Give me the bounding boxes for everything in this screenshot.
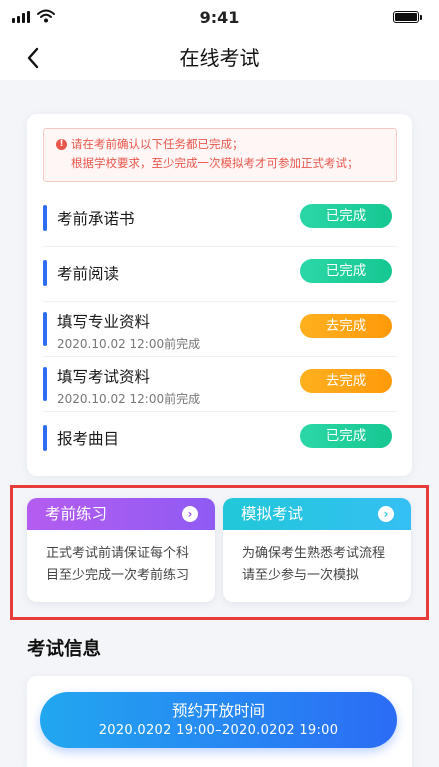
task-marker xyxy=(43,205,47,231)
task-status-button[interactable]: 去完成 xyxy=(300,314,392,338)
reserve-time-button[interactable]: 预约开放时间 2020.0202 19:00–2020.0202 19:00 xyxy=(40,692,397,748)
battery-icon xyxy=(393,11,422,23)
task-status-button[interactable]: 已完成 xyxy=(300,424,392,448)
notice-line-1: 请在考前确认以下任务都已完成； xyxy=(71,137,244,151)
task-item: 考前阅读 已完成 xyxy=(43,247,397,302)
section-title: 考试信息 xyxy=(27,639,102,660)
notice-line-2: 根据学校要求，至少完成一次模拟考才可参加正式考试； xyxy=(71,156,359,170)
chevron-right-icon[interactable]: › xyxy=(378,506,394,522)
reserve-time-range: 2020.0202 19:00–2020.0202 19:00 xyxy=(98,723,339,738)
task-marker xyxy=(43,312,47,346)
task-name: 考前阅读 xyxy=(57,265,120,283)
page-title: 在线考试 xyxy=(179,46,260,70)
status-time: 9:41 xyxy=(199,8,240,27)
practice-card-header: 考前练习 › xyxy=(27,498,215,530)
task-status-button[interactable]: 已完成 xyxy=(300,259,392,283)
task-item: 考前承诺书 已完成 xyxy=(43,192,397,247)
task-item: 填写专业资料 2020.10.02 12:00前完成 去完成 xyxy=(43,302,397,357)
task-marker xyxy=(43,367,47,401)
chevron-right-icon[interactable]: › xyxy=(182,506,198,522)
mock-exam-title: 模拟考试 xyxy=(241,505,304,523)
task-item: 填写考试资料 2020.10.02 12:00前完成 去完成 xyxy=(43,357,397,412)
task-deadline: 2020.10.02 12:00前完成 xyxy=(57,337,201,351)
task-name: 填写考试资料 xyxy=(57,368,151,386)
notice-box: ! 请在考前确认以下任务都已完成； 根据学校要求，至少完成一次模拟考才可参加正式… xyxy=(43,128,397,182)
practice-description: 正式考试前请保证每个科目至少完成一次考前练习 xyxy=(46,546,190,583)
task-name: 考前承诺书 xyxy=(57,210,135,228)
practice-card[interactable]: 考前练习 › 正式考试前请保证每个科目至少完成一次考前练习 xyxy=(27,498,215,602)
task-deadline: 2020.10.02 12:00前完成 xyxy=(57,392,201,406)
mock-exam-description: 为确保考生熟悉考试流程请至少参与一次模拟 xyxy=(242,546,386,583)
reserve-button-label: 预约开放时间 xyxy=(171,702,265,720)
alert-icon: ! xyxy=(56,139,67,150)
nav-bar: 在线考试 xyxy=(0,36,439,80)
practice-title: 考前练习 xyxy=(45,505,108,523)
mock-exam-card-header: 模拟考试 › xyxy=(223,498,411,530)
task-card: ! 请在考前确认以下任务都已完成； 根据学校要求，至少完成一次模拟考才可参加正式… xyxy=(27,114,412,476)
mock-exam-card[interactable]: 模拟考试 › 为确保考生熟悉考试流程请至少参与一次模拟 xyxy=(223,498,411,602)
task-status-button[interactable]: 去完成 xyxy=(300,369,392,393)
task-item: 报考曲目 已完成 xyxy=(43,412,397,467)
task-name: 填写专业资料 xyxy=(57,313,151,331)
task-status-button[interactable]: 已完成 xyxy=(300,204,392,228)
task-name: 报考曲目 xyxy=(57,430,120,448)
task-marker xyxy=(43,260,47,286)
task-marker xyxy=(43,425,47,451)
status-bar: 9:41 xyxy=(0,0,439,36)
